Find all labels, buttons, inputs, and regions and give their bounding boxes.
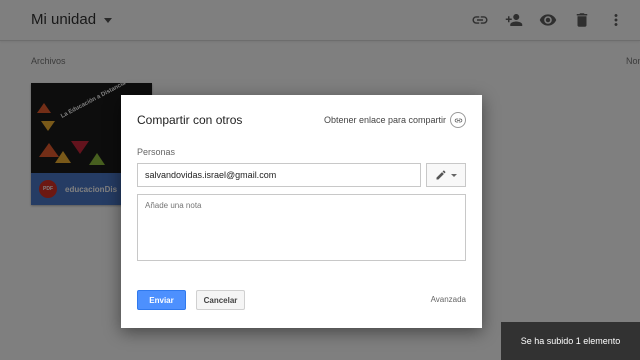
upload-toast: Se ha subido 1 elemento (501, 322, 640, 360)
share-dialog: Compartir con otros Obtener enlace para … (121, 95, 482, 328)
chevron-down-icon (451, 173, 457, 177)
cancel-button[interactable]: Cancelar (196, 290, 245, 310)
get-link-button[interactable]: Obtener enlace para compartir (324, 112, 466, 128)
people-label: Personas (137, 147, 176, 157)
advanced-link[interactable]: Avanzada (431, 295, 466, 304)
link-icon (450, 112, 466, 128)
permission-dropdown[interactable] (426, 163, 466, 187)
toast-message: Se ha subido 1 elemento (520, 336, 621, 346)
note-textarea[interactable] (137, 194, 466, 261)
send-button[interactable]: Enviar (137, 290, 186, 310)
dialog-title: Compartir con otros (137, 113, 243, 127)
people-input[interactable]: salvandovidas.israel@gmail.com (137, 163, 421, 187)
get-link-label: Obtener enlace para compartir (323, 115, 446, 125)
pencil-icon (436, 170, 446, 180)
